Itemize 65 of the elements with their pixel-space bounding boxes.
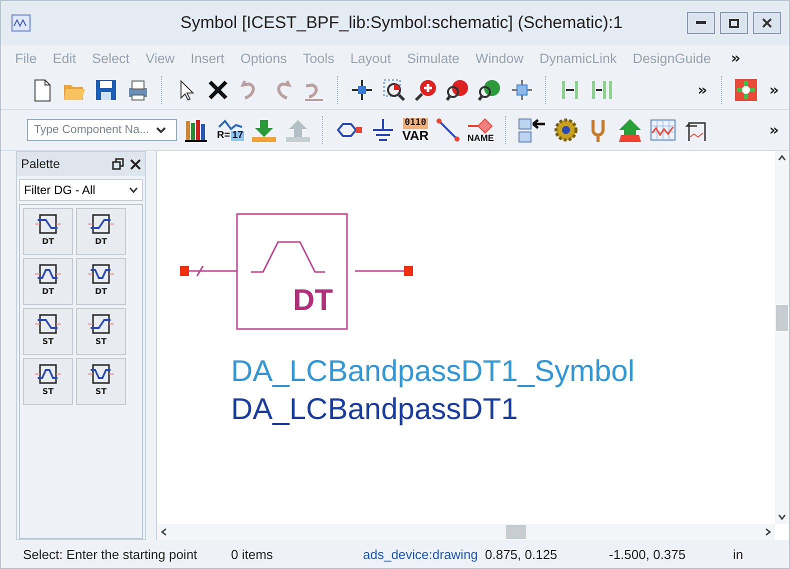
up-arrow-icon[interactable] xyxy=(616,117,643,143)
unit-label: in xyxy=(733,546,744,562)
scroll-up-icon[interactable] xyxy=(778,155,786,161)
dropdown-caret-icon xyxy=(129,186,138,194)
float-panel-icon[interactable] xyxy=(112,158,124,170)
component-grid-icon[interactable] xyxy=(733,77,760,103)
palette-item[interactable]: ST xyxy=(76,308,126,355)
minimize-icon xyxy=(696,21,706,25)
name-label: NAME xyxy=(467,134,494,142)
scroll-thumb[interactable] xyxy=(506,525,526,539)
download-arrow-icon[interactable] xyxy=(250,117,278,143)
toolbar-overflow[interactable]: » xyxy=(769,81,779,99)
close-icon xyxy=(762,18,772,28)
instance-name: DA_LCBandpassDT1 xyxy=(231,392,519,428)
move-arrows-icon[interactable] xyxy=(349,77,375,103)
zoom-in-double-icon[interactable] xyxy=(445,77,471,103)
equation-label: R= xyxy=(217,131,230,141)
palette-title: Palette xyxy=(21,157,61,171)
zoom-out-double-icon[interactable] xyxy=(477,77,503,103)
component-search-field[interactable]: Type Component Na... xyxy=(27,119,177,141)
palette-filter-dropdown[interactable]: Filter DG - All xyxy=(19,179,143,201)
window-title: Symbol [ICEST_BPF_lib:Symbol:schematic] (Schematic):1 xyxy=(179,13,624,33)
palette-item[interactable]: DT xyxy=(23,208,73,255)
palette-item[interactable]: DT xyxy=(23,258,73,305)
menu-overflow[interactable]: » xyxy=(730,49,741,67)
vertical-scrollbar[interactable] xyxy=(775,151,789,524)
app-logo-icon[interactable] xyxy=(11,14,31,32)
close-icon[interactable] xyxy=(130,158,141,170)
palette-item[interactable]: ST xyxy=(23,308,73,355)
waveform-icon xyxy=(218,119,244,131)
cursor-position: 0.875, 0.125 xyxy=(485,546,558,562)
equation-value: 17 xyxy=(231,131,244,141)
save-icon[interactable] xyxy=(93,77,119,103)
close-button[interactable] xyxy=(753,12,781,34)
dropdown-caret-icon xyxy=(156,126,166,134)
cursor-offset: -1.500, 0.375 xyxy=(609,546,687,562)
maximize-icon xyxy=(729,18,739,28)
toolbar-overflow[interactable]: » xyxy=(769,121,779,139)
var-bits-label: 0110 xyxy=(402,118,428,129)
fit-view-icon[interactable] xyxy=(509,77,535,103)
scroll-left-icon[interactable] xyxy=(161,528,167,536)
node-name-icon xyxy=(466,118,495,134)
scroll-thumb[interactable] xyxy=(776,304,788,330)
zoom-area-icon[interactable] xyxy=(381,77,407,103)
var-label: VAR xyxy=(402,129,429,142)
symbol-name: DA_LCBandpassDT1_Symbol xyxy=(231,354,636,390)
chart-grid-icon[interactable] xyxy=(648,117,677,143)
scroll-right-icon[interactable] xyxy=(765,528,771,536)
palette-item[interactable]: DT xyxy=(76,208,126,255)
wire-icon[interactable] xyxy=(434,117,461,143)
horizontal-scrollbar[interactable] xyxy=(157,524,775,540)
symbol-label: DT xyxy=(293,286,333,316)
selection-count: 0 items xyxy=(231,546,274,562)
gear-icon[interactable] xyxy=(552,117,579,143)
toolbar-overflow[interactable]: » xyxy=(698,81,708,99)
push-symbol-icon[interactable] xyxy=(516,117,547,143)
maximize-button[interactable] xyxy=(720,12,748,34)
current-layer: ads_device:drawing xyxy=(363,546,479,562)
status-prompt: Select: Enter the starting point xyxy=(23,546,198,562)
scroll-down-icon[interactable] xyxy=(778,514,786,520)
palette-item[interactable]: ST xyxy=(23,358,73,405)
palette-item[interactable]: ST xyxy=(76,358,126,405)
minimize-button[interactable] xyxy=(687,12,715,34)
palette-item[interactable]: DT xyxy=(76,258,126,305)
zoom-in-icon[interactable] xyxy=(413,77,439,103)
